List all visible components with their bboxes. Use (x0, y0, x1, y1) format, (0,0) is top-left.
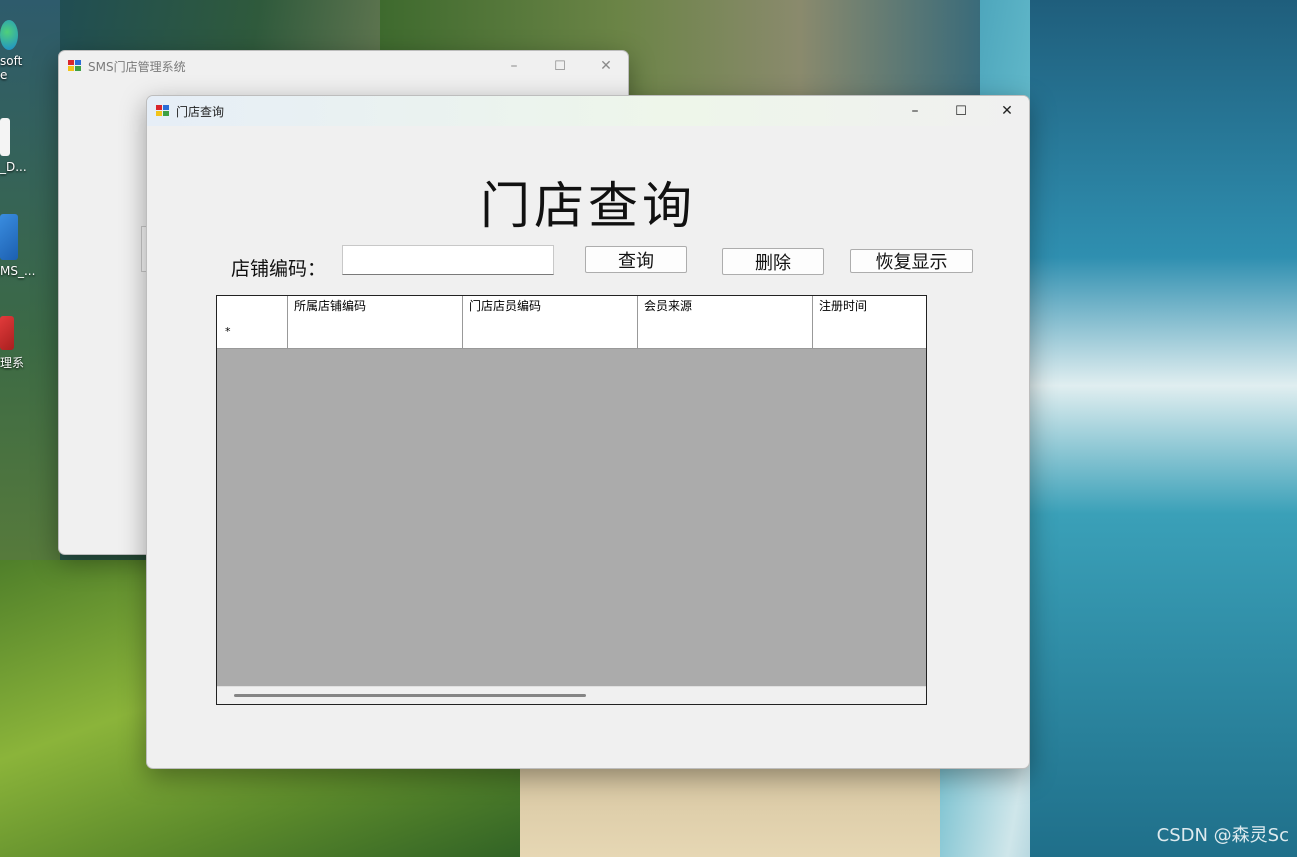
edge-icon (0, 20, 18, 50)
grid-header-row: 所属店铺编码 门店店员编码 会员来源 注册时间 (217, 296, 926, 316)
query-window-title: 门店查询 (176, 104, 225, 119)
document-icon (0, 118, 10, 156)
restore-display-button[interactable]: 恢复显示 (850, 249, 973, 273)
delete-button[interactable]: 删除 (722, 248, 824, 275)
desktop-icon-edge[interactable]: soft e (0, 20, 28, 82)
grid-column-header[interactable]: 门店店员编码 (463, 296, 638, 315)
horizontal-scrollbar[interactable] (217, 686, 926, 704)
page-title: 门店查询 (480, 177, 696, 235)
app-icon (156, 105, 169, 117)
grid-new-row[interactable]: * (217, 315, 926, 349)
query-button[interactable]: 查询 (585, 246, 687, 273)
close-button[interactable]: ✕ (984, 96, 1029, 126)
grid-cell[interactable] (288, 315, 463, 348)
desktop-wallpaper-sea (1030, 0, 1297, 857)
close-button[interactable]: ✕ (583, 51, 628, 81)
store-code-input[interactable] (342, 245, 554, 275)
maximize-button[interactable]: ☐ (938, 96, 984, 126)
minimize-button[interactable]: – (892, 96, 938, 126)
grid-cell[interactable] (463, 315, 638, 348)
desktop-icon-document[interactable]: _D... (0, 118, 28, 174)
app-icon (0, 316, 14, 350)
desktop-icon-label: _D... (0, 160, 27, 174)
desktop-icon-label: soft (0, 54, 23, 68)
maximize-button[interactable]: ☐ (537, 51, 583, 81)
data-grid[interactable]: 所属店铺编码 门店店员编码 会员来源 注册时间 * (216, 295, 927, 705)
grid-column-header[interactable]: 会员来源 (638, 296, 813, 315)
desktop-icon-label: e (0, 68, 8, 82)
visual-studio-icon (0, 214, 18, 260)
main-window-title: SMS门店管理系统 (88, 59, 186, 74)
minimize-button[interactable]: – (491, 51, 537, 81)
grid-column-header[interactable]: 注册时间 (813, 296, 926, 315)
desktop-icon-label: MS_... (0, 264, 36, 278)
store-code-label: 店铺编码： (231, 258, 327, 280)
grid-row-header-corner (217, 296, 288, 315)
query-window[interactable]: 门店查询 – ☐ ✕ 门店查询 店铺编码： 查询 删除 恢复显示 所属店铺编码 … (146, 95, 1030, 769)
app-icon (68, 60, 81, 72)
desktop-wallpaper-beach (520, 768, 940, 857)
grid-new-row-marker: * (217, 315, 288, 348)
desktop-icon-management[interactable]: 理系 (0, 316, 28, 371)
grid-cell[interactable] (813, 315, 926, 348)
desktop-icon-sms[interactable]: MS_... (0, 214, 36, 278)
grid-column-header[interactable]: 所属店铺编码 (288, 296, 463, 315)
desktop-icon-label: 理系 (0, 356, 25, 370)
scrollbar-thumb[interactable] (234, 694, 586, 697)
watermark: CSDN @森灵Sc (1156, 825, 1289, 846)
grid-cell[interactable] (638, 315, 813, 348)
